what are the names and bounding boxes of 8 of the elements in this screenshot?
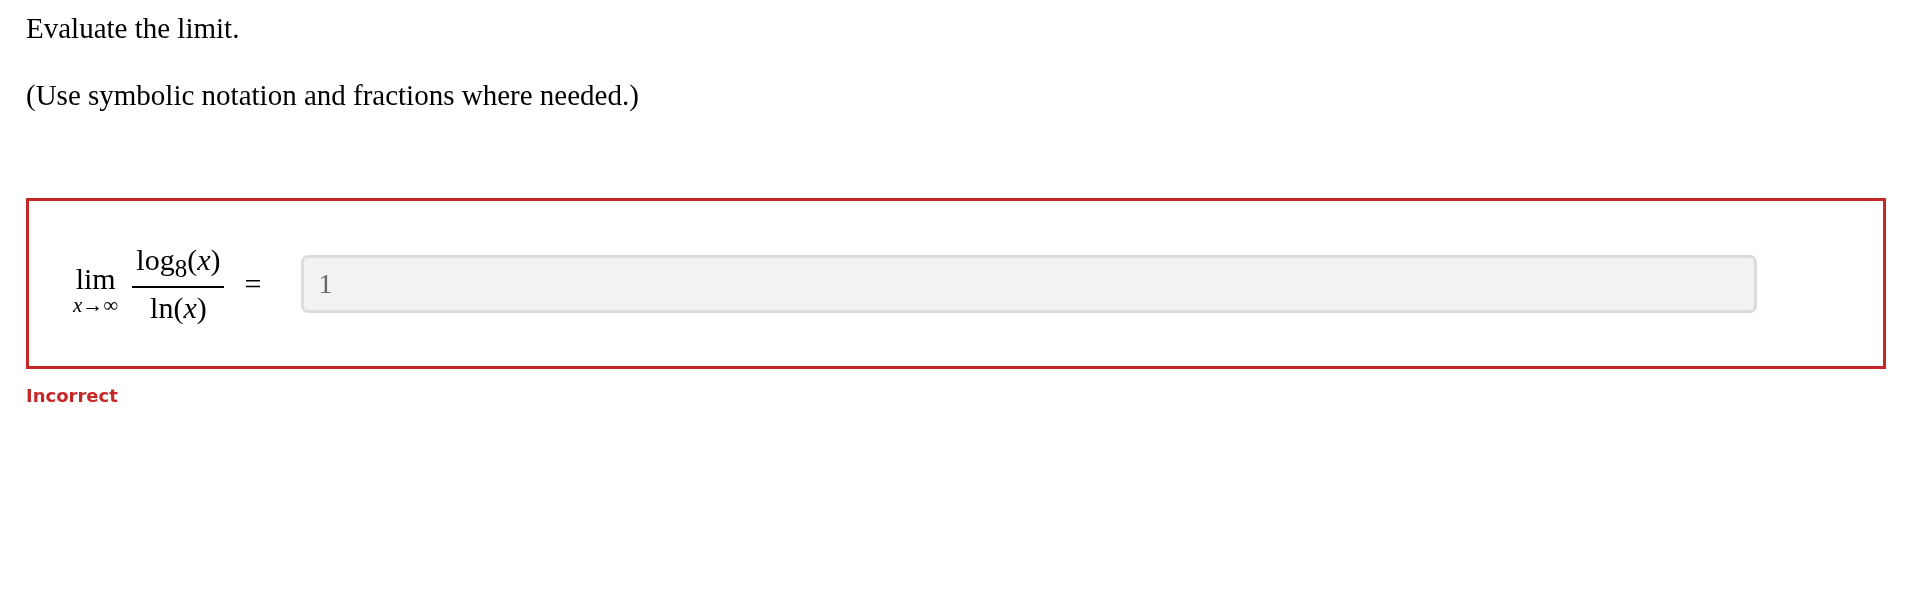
limit-subscript: x→∞ — [73, 294, 119, 316]
instruction-text: (Use symbolic notation and fractions where needed.) — [26, 79, 640, 112]
fraction-numerator: log$_{8}$(x) — [132, 241, 225, 288]
fraction-denominator: ln(x) — [150, 289, 207, 326]
equals-sign: = — [244, 266, 262, 301]
feedback-label: Incorrect — [26, 385, 119, 406]
question-prompt: Evaluate the limit. — [26, 11, 241, 45]
limit-operator: lim — [75, 261, 116, 295]
